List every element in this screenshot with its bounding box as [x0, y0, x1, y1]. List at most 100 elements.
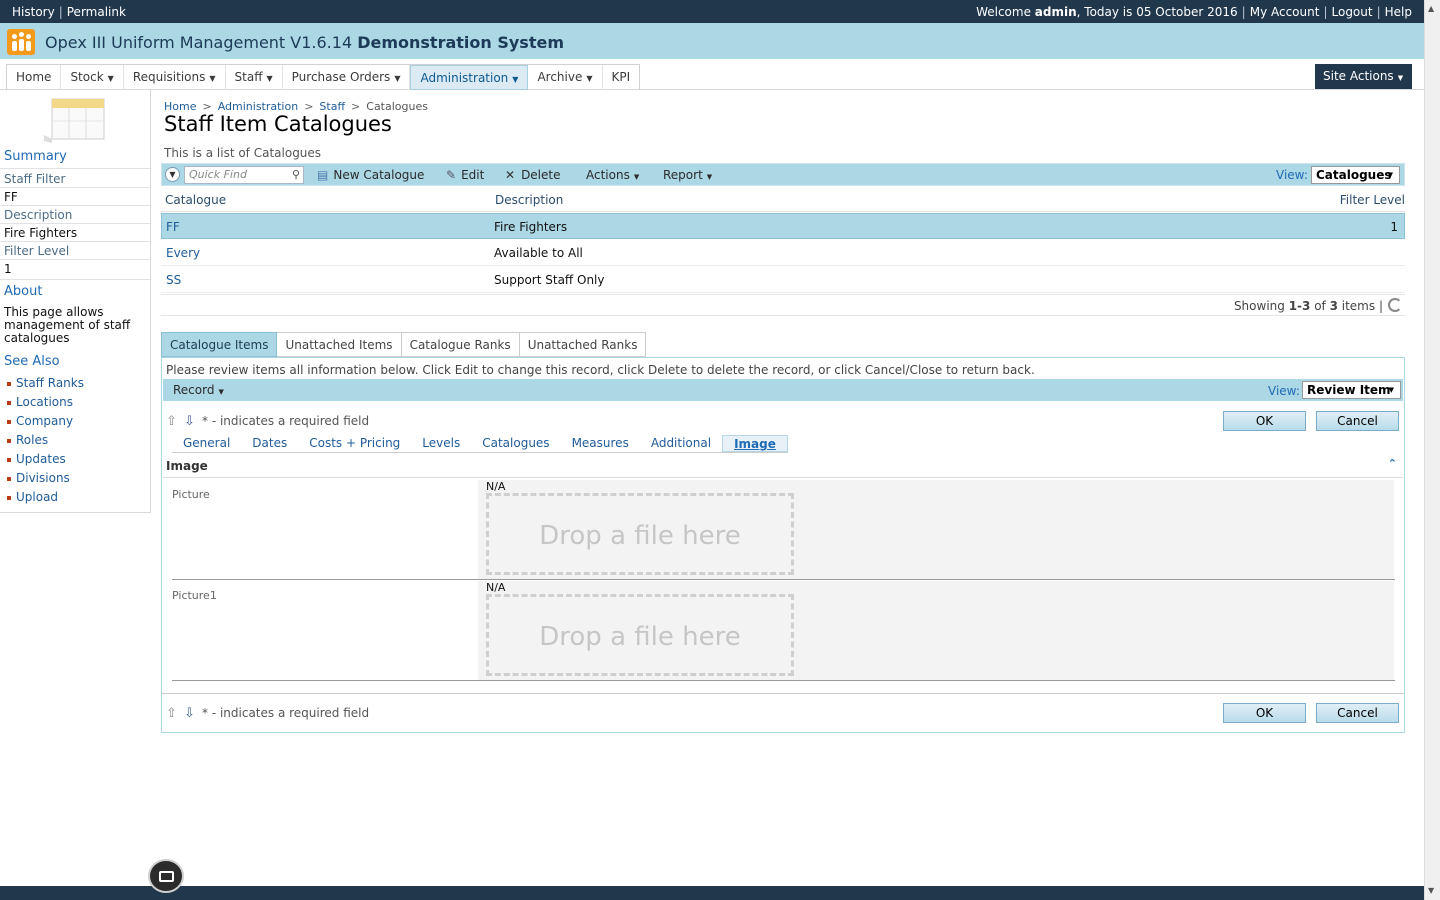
nav-kpi[interactable]: KPI — [603, 65, 640, 90]
nav-administration[interactable]: Administration ▼ — [410, 65, 529, 90]
section-title: Image — [166, 459, 208, 473]
quick-find-options-icon[interactable]: ▼ — [165, 167, 180, 182]
site-actions-button[interactable]: Site Actions ▼ — [1315, 64, 1412, 89]
move-down-icon[interactable]: ⇩ — [184, 706, 196, 721]
nav-requisitions[interactable]: Requisitions ▼ — [124, 65, 226, 90]
user-name: admin — [1034, 5, 1077, 19]
see-also-staff-ranks[interactable]: Staff Ranks — [7, 376, 84, 390]
row-catalogue[interactable]: SS — [166, 273, 181, 287]
table-row[interactable]: Every Available to All — [161, 240, 1405, 266]
dropdown-arrow-icon: ▼ — [218, 388, 224, 396]
tab-unattached-items[interactable]: Unattached Items — [277, 332, 402, 357]
nav-stock[interactable]: Stock ▼ — [61, 65, 124, 90]
see-also-company[interactable]: Company — [7, 414, 73, 428]
tab-catalogue-items[interactable]: Catalogue Items — [161, 332, 278, 357]
move-down-icon[interactable]: ⇩ — [184, 414, 196, 429]
subtab-costs-pricing[interactable]: Costs + Pricing — [298, 435, 411, 452]
dropdown-arrow-icon: ▼ — [209, 74, 216, 83]
dropdown-arrow-icon: ▼ — [706, 173, 713, 181]
scroll-down-icon[interactable]: ▼ — [1428, 886, 1434, 895]
subtab-measures[interactable]: Measures — [561, 435, 640, 452]
form-subtabs: General Dates Costs + Pricing Levels Cat… — [172, 435, 788, 453]
form-view-select[interactable]: Review Item ▼ — [1302, 381, 1401, 399]
search-icon[interactable]: ⚲ — [292, 167, 300, 183]
today-text: , Today is 05 October 2016 — [1076, 5, 1238, 19]
edit-icon: ✎ — [446, 168, 457, 182]
tab-catalogue-ranks[interactable]: Catalogue Ranks — [401, 332, 520, 357]
delete-button[interactable]: ✕ Delete — [505, 168, 561, 182]
see-also-roles[interactable]: Roles — [7, 433, 48, 447]
file-drop-zone[interactable]: Drop a file here — [486, 594, 794, 676]
pager-status: Showing 1-3 of 3 items | — [161, 294, 1405, 316]
quick-find-input[interactable]: Quick Find ⚲ — [184, 166, 304, 184]
vertical-scrollbar[interactable]: ▲ ▼ — [1424, 0, 1440, 900]
app-logo-icon — [7, 29, 35, 55]
history-link[interactable]: History — [12, 5, 55, 19]
permalink-link[interactable]: Permalink — [67, 5, 126, 19]
view-select[interactable]: Catalogues ▼ — [1311, 166, 1400, 184]
delete-icon: ✕ — [505, 168, 516, 182]
nav-staff[interactable]: Staff ▼ — [226, 65, 283, 90]
dropdown-arrow-icon: ▼ — [107, 74, 114, 83]
file-drop-zone[interactable]: Drop a file here — [486, 493, 794, 575]
row-catalogue[interactable]: FF — [166, 220, 180, 234]
cancel-button[interactable]: Cancel — [1316, 703, 1399, 723]
welcome-prefix: Welcome — [976, 5, 1035, 19]
row-catalogue[interactable]: Every — [166, 246, 200, 260]
nav-home[interactable]: Home — [7, 65, 62, 90]
dropdown-arrow-icon: ▼ — [633, 173, 640, 181]
table-row[interactable]: SS Support Staff Only — [161, 267, 1405, 293]
see-also-heading: See Also — [4, 354, 60, 369]
field-value-area: N/A Drop a file here — [478, 480, 1394, 579]
page-description: This is a list of Catalogues — [164, 146, 322, 160]
record-form: Please review items all information belo… — [161, 357, 1405, 733]
see-also-locations[interactable]: Locations — [7, 395, 73, 409]
column-filter-level[interactable]: Filter Level — [1340, 193, 1405, 207]
dropdown-arrow-icon: ▼ — [266, 74, 273, 83]
subtab-levels[interactable]: Levels — [411, 435, 471, 452]
ok-button[interactable]: OK — [1223, 703, 1306, 723]
filter-level-value: 1 — [4, 262, 12, 276]
new-catalogue-button[interactable]: ▤ New Catalogue — [317, 168, 424, 182]
dropdown-arrow-icon: ▼ — [1388, 386, 1394, 394]
report-menu[interactable]: Report ▼ — [663, 168, 712, 182]
row-description: Support Staff Only — [494, 273, 605, 287]
refresh-icon[interactable] — [1388, 298, 1402, 312]
subtab-additional[interactable]: Additional — [640, 435, 722, 452]
mail-button[interactable] — [148, 859, 184, 893]
subtab-general[interactable]: General — [172, 435, 241, 452]
edit-button[interactable]: ✎ Edit — [446, 168, 484, 182]
dropdown-arrow-icon: ▼ — [394, 74, 401, 83]
bottom-bar — [0, 886, 1424, 900]
record-menu[interactable]: Record ▼ — [173, 383, 224, 397]
actions-menu[interactable]: Actions ▼ — [586, 168, 639, 182]
row-description: Fire Fighters — [494, 220, 568, 234]
subtab-image[interactable]: Image — [722, 435, 788, 452]
tab-unattached-ranks[interactable]: Unattached Ranks — [519, 332, 647, 357]
column-catalogue[interactable]: Catalogue — [165, 193, 226, 207]
see-also-divisions[interactable]: Divisions — [7, 471, 70, 485]
subtab-catalogues[interactable]: Catalogues — [471, 435, 560, 452]
picture-field: Picture N/A Drop a file here — [172, 480, 1395, 580]
help-link[interactable]: Help — [1385, 5, 1412, 19]
page-title: Staff Item Catalogues — [164, 112, 392, 136]
scroll-up-icon[interactable]: ▲ — [1428, 4, 1434, 13]
move-up-icon[interactable]: ⇧ — [166, 706, 178, 721]
table-row[interactable]: FF Fire Fighters 1 — [161, 213, 1405, 239]
cancel-button[interactable]: Cancel — [1316, 411, 1399, 431]
see-also-upload[interactable]: Upload — [7, 490, 58, 504]
form-divider — [162, 693, 1404, 694]
logout-link[interactable]: Logout — [1332, 5, 1373, 19]
see-also-updates[interactable]: Updates — [7, 452, 66, 466]
nav-purchase-orders[interactable]: Purchase Orders ▼ — [283, 65, 411, 90]
column-description[interactable]: Description — [495, 193, 563, 207]
list-toolbar: ▼ Quick Find ⚲ ▤ New Catalogue ✎ Edit ✕ Dele… — [161, 163, 1405, 186]
collapse-icon[interactable]: ⌃ — [1388, 457, 1397, 470]
left-panel: Summary Staff Filter FF Description Fire… — [0, 90, 151, 513]
record-toolbar: Record ▼ View: Review Item ▼ — [163, 379, 1403, 401]
ok-button[interactable]: OK — [1223, 411, 1306, 431]
my-account-link[interactable]: My Account — [1250, 5, 1320, 19]
move-up-icon[interactable]: ⇧ — [166, 414, 178, 429]
nav-archive[interactable]: Archive ▼ — [528, 65, 603, 90]
subtab-dates[interactable]: Dates — [241, 435, 298, 452]
